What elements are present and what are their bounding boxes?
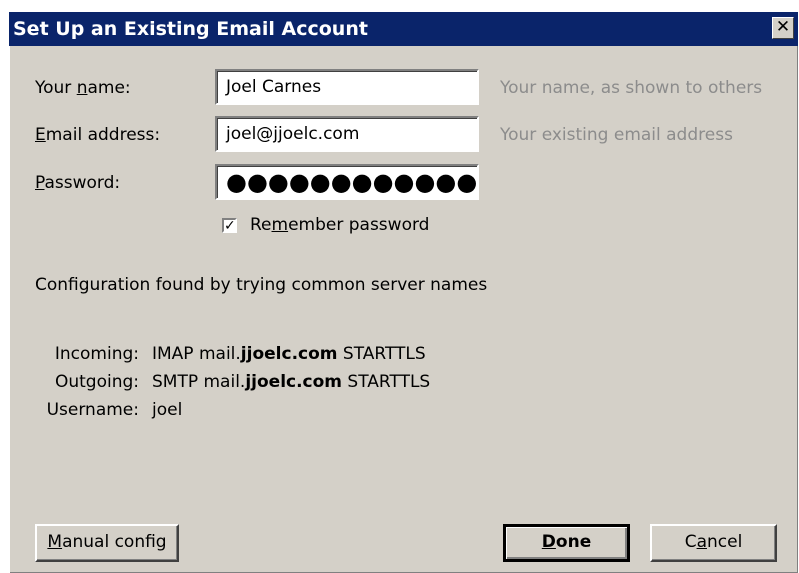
title-bar[interactable]: Set Up an Existing Email Account ✕ bbox=[9, 12, 798, 46]
outgoing-server: SMTP mail.jjoelc.com STARTTLS bbox=[152, 372, 431, 392]
email-address-hint: Your existing email address bbox=[500, 125, 733, 145]
done-button[interactable]: Done bbox=[503, 524, 630, 562]
manual-config-button[interactable]: Manual config bbox=[35, 524, 179, 562]
email-address-label: Email address: bbox=[35, 125, 161, 145]
email-address-input[interactable]: joel@jjoelc.com bbox=[215, 116, 479, 152]
close-icon: ✕ bbox=[775, 17, 791, 37]
dialog-title: Set Up an Existing Email Account bbox=[13, 18, 368, 40]
account-setup-dialog: Set Up an Existing Email Account ✕ Your … bbox=[9, 12, 798, 573]
password-input[interactable]: ●●●●●●●●●●●●●●●●●● bbox=[215, 164, 479, 200]
your-name-hint: Your name, as shown to others bbox=[500, 78, 763, 98]
username-value: joel bbox=[152, 400, 183, 420]
configuration-status: Configuration found by trying common ser… bbox=[35, 275, 488, 295]
cancel-button[interactable]: Cancel bbox=[650, 524, 777, 562]
outgoing-label: Outgoing: bbox=[54, 372, 139, 392]
incoming-label: Incoming: bbox=[54, 344, 139, 364]
username-label: Username: bbox=[46, 400, 139, 420]
checkmark-icon: ✓ bbox=[224, 218, 236, 234]
remember-password-label[interactable]: Remember password bbox=[250, 214, 429, 236]
your-name-input[interactable]: Joel Carnes bbox=[215, 69, 479, 105]
remember-password-checkbox[interactable]: ✓ bbox=[222, 218, 237, 233]
incoming-server: IMAP mail.jjoelc.com STARTTLS bbox=[152, 344, 426, 364]
password-label: Password: bbox=[35, 173, 121, 193]
your-name-label: Your name: bbox=[35, 78, 131, 98]
close-button[interactable]: ✕ bbox=[772, 17, 794, 39]
